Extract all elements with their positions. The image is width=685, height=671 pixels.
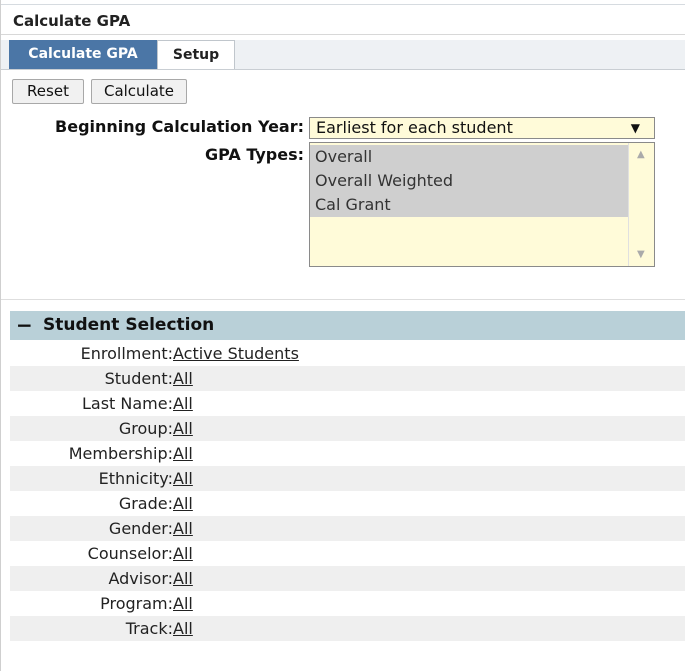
tab-bar: Calculate GPA Setup xyxy=(1,40,685,70)
filter-link-program[interactable]: All xyxy=(173,591,193,616)
filter-label: Membership: xyxy=(68,444,173,463)
filter-label: Program: xyxy=(100,594,173,613)
gpa-type-option-cal-grant[interactable]: Cal Grant xyxy=(310,193,628,217)
filter-label: Enrollment: xyxy=(80,344,173,363)
beginning-year-select[interactable]: Earliest for each student ▼ xyxy=(309,117,655,139)
filter-label: Grade: xyxy=(118,494,173,513)
filter-link-advisor[interactable]: All xyxy=(173,566,193,591)
filter-label: Group: xyxy=(118,419,173,438)
filter-label: Counselor: xyxy=(87,544,173,563)
gpa-types-listbox[interactable]: Overall Overall Weighted Cal Grant ▲ ▼ xyxy=(309,142,655,267)
filter-row-ethnicity: Ethnicity: All xyxy=(10,466,685,491)
page-title: Calculate GPA xyxy=(13,12,131,30)
filter-label: Track: xyxy=(125,619,173,638)
student-selection-header[interactable]: − Student Selection xyxy=(10,311,685,340)
dropdown-arrow-icon: ▼ xyxy=(630,121,640,135)
filter-link-student[interactable]: All xyxy=(173,366,193,391)
calculate-button[interactable]: Calculate xyxy=(91,79,187,104)
scroll-up-icon[interactable]: ▲ xyxy=(637,149,645,160)
beginning-year-label: Beginning Calculation Year: xyxy=(55,117,304,136)
filter-label: Last Name: xyxy=(81,394,173,413)
tab-setup[interactable]: Setup xyxy=(157,40,235,69)
filter-label: Student: xyxy=(104,369,173,388)
filter-label: Ethnicity: xyxy=(98,469,173,488)
filter-link-enrollment[interactable]: Active Students xyxy=(173,341,299,366)
filter-row-program: Program: All xyxy=(10,591,685,616)
reset-button[interactable]: Reset xyxy=(12,79,84,104)
scroll-down-icon[interactable]: ▼ xyxy=(637,249,645,260)
filter-link-grade[interactable]: All xyxy=(173,491,193,516)
filter-row-enrollment: Enrollment: Active Students xyxy=(10,341,685,366)
filter-link-gender[interactable]: All xyxy=(173,516,193,541)
filter-row-last-name: Last Name: All xyxy=(10,391,685,416)
filter-row-gender: Gender: All xyxy=(10,516,685,541)
filter-link-ethnicity[interactable]: All xyxy=(173,466,193,491)
app-window: Calculate GPA Calculate GPA Setup Reset … xyxy=(0,0,685,671)
section-title: Student Selection xyxy=(43,315,215,335)
filter-link-counselor[interactable]: All xyxy=(173,541,193,566)
filter-link-last-name[interactable]: All xyxy=(173,391,193,416)
divider xyxy=(1,299,685,300)
filter-row-track: Track: All xyxy=(10,616,685,641)
filter-row-student: Student: All xyxy=(10,366,685,391)
filter-row-counselor: Counselor: All xyxy=(10,541,685,566)
gpa-type-option-overall-weighted[interactable]: Overall Weighted xyxy=(310,169,628,193)
filter-link-membership[interactable]: All xyxy=(173,441,193,466)
collapse-icon[interactable]: − xyxy=(16,311,33,340)
gpa-type-option-overall[interactable]: Overall xyxy=(310,145,628,169)
filter-label: Advisor: xyxy=(108,569,173,588)
tab-calculate-gpa[interactable]: Calculate GPA xyxy=(9,40,157,69)
title-bar: Calculate GPA xyxy=(1,9,685,35)
filter-link-track[interactable]: All xyxy=(173,616,193,641)
filter-link-group[interactable]: All xyxy=(173,416,193,441)
beginning-year-value: Earliest for each student xyxy=(316,118,513,137)
top-border xyxy=(1,4,685,5)
listbox-scrollbar[interactable]: ▲ ▼ xyxy=(628,143,654,266)
filter-row-advisor: Advisor: All xyxy=(10,566,685,591)
filter-row-group: Group: All xyxy=(10,416,685,441)
filter-row-membership: Membership: All xyxy=(10,441,685,466)
gpa-types-label: GPA Types: xyxy=(204,145,304,164)
filter-row-grade: Grade: All xyxy=(10,491,685,516)
filter-label: Gender: xyxy=(108,519,173,538)
